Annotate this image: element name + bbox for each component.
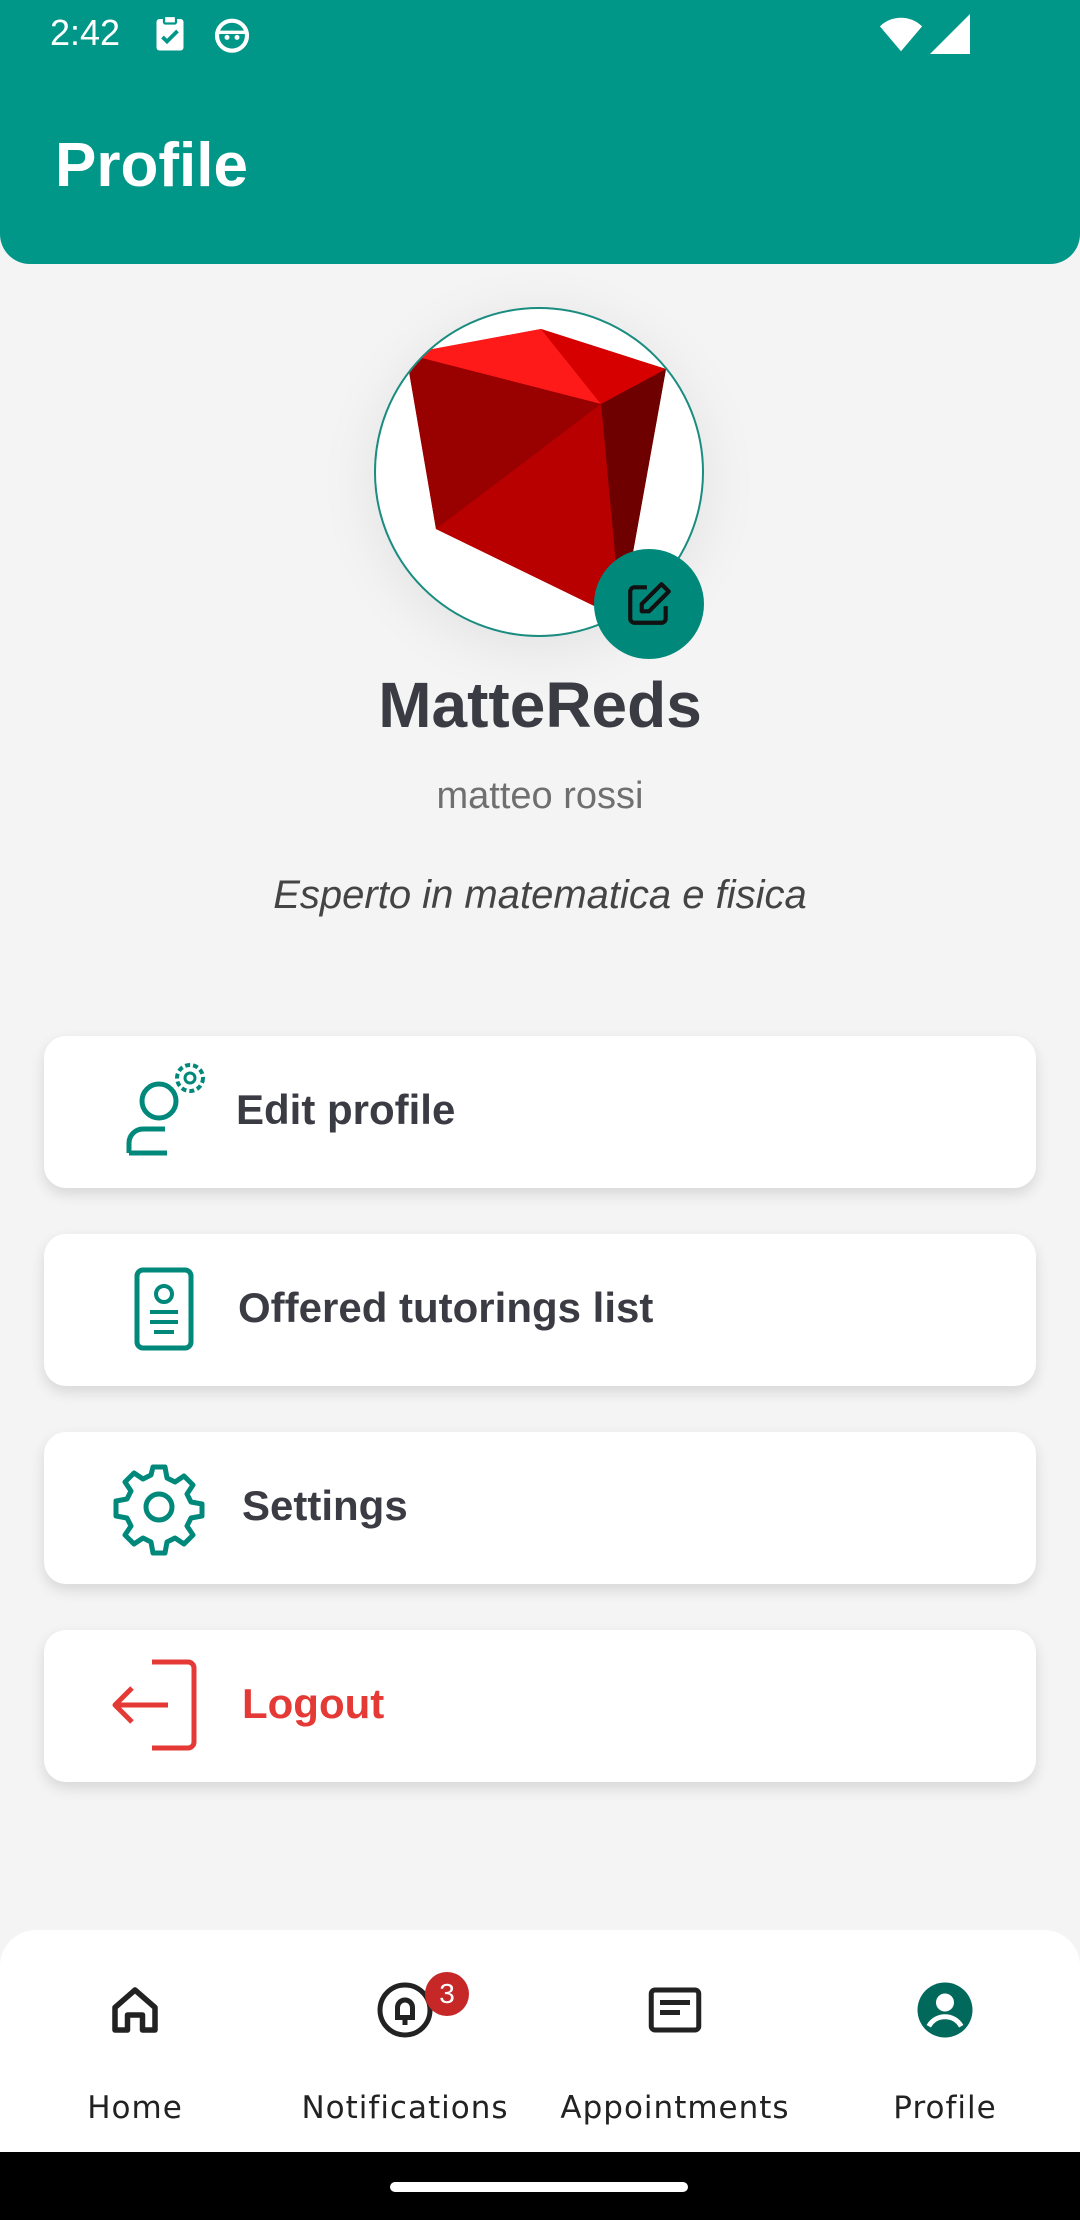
offered-tutorings-label: Offered tutorings list [238, 1284, 654, 1331]
avatar-container [374, 307, 704, 659]
account-circle-icon [917, 1982, 973, 2038]
android-face-icon [212, 14, 252, 59]
profile-full-name: matteo rossi [436, 775, 644, 817]
notifications-badge: 3 [425, 1972, 469, 2016]
status-bar: 2:42 [0, 0, 1080, 66]
document-icon [134, 1267, 194, 1351]
nav-appointments[interactable]: Appointments [540, 1930, 810, 2152]
logout-label: Logout [242, 1680, 385, 1727]
settings-button[interactable]: Settings [44, 1432, 1036, 1584]
nav-notifications[interactable]: 3 Notifications [270, 1930, 540, 2152]
edit-icon [628, 582, 671, 625]
signal-icon [930, 14, 970, 59]
edit-profile-label: Edit profile [236, 1086, 456, 1133]
user-settings-icon [126, 1063, 205, 1156]
offered-tutorings-button[interactable]: Offered tutorings list [44, 1234, 1036, 1386]
profile-bio: Esperto in matematica e fisica [273, 873, 807, 917]
nav-home-label: Home [87, 2090, 183, 2126]
settings-label: Settings [242, 1482, 408, 1529]
nav-profile[interactable]: Profile [810, 1930, 1080, 2152]
logout-button[interactable]: Logout [44, 1630, 1036, 1782]
nav-notifications-label: Notifications [301, 2090, 509, 2126]
home-icon [112, 1987, 158, 2033]
home-gesture-handle[interactable] [390, 2182, 688, 2192]
system-navigation-bar [0, 2152, 1080, 2220]
bottom-navigation: Home 3 Notifications Appointments Profil… [0, 1930, 1080, 2152]
status-time: 2:42 [50, 12, 121, 53]
logout-icon [112, 1659, 197, 1751]
wifi-icon [878, 14, 924, 59]
page-title: Profile [55, 131, 248, 200]
profile-username: MatteReds [378, 669, 702, 741]
nav-profile-label: Profile [893, 2090, 997, 2126]
top-app-bar: 2:42 Profile [0, 0, 1080, 264]
nav-home[interactable]: Home [0, 1930, 270, 2152]
edit-avatar-button[interactable] [594, 549, 704, 659]
gear-icon [113, 1464, 205, 1556]
calendar-card-icon [648, 1987, 702, 2033]
clipboard-icon [152, 14, 188, 59]
edit-profile-button[interactable]: Edit profile [44, 1036, 1036, 1188]
nav-appointments-label: Appointments [560, 2090, 790, 2126]
